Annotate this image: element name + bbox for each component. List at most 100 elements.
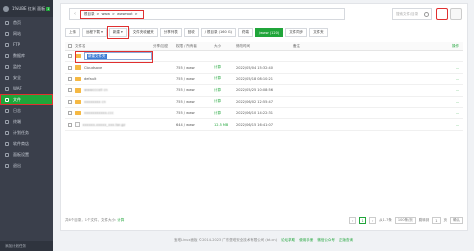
- row-checkbox[interactable]: [68, 54, 72, 59]
- file-size[interactable]: 计算: [214, 65, 236, 70]
- file-name[interactable]: default: [84, 77, 96, 81]
- sidebar-item-logout[interactable]: 退出: [0, 160, 53, 171]
- row-checkbox[interactable]: [68, 76, 72, 81]
- goto-confirm-button[interactable]: 确认: [450, 217, 463, 224]
- crumb-root[interactable]: 根目录: [84, 12, 95, 17]
- goto-page-input[interactable]: 1: [432, 217, 441, 224]
- file-ops[interactable]: ...: [373, 111, 463, 115]
- sidebar-item-settings[interactable]: 面板设置: [0, 149, 53, 160]
- favorites-button[interactable]: 文件夹收藏夹: [128, 28, 158, 37]
- sidebar-item-logs[interactable]: 日志: [0, 105, 53, 116]
- manual-link[interactable]: 使用手册: [299, 238, 313, 242]
- sidebar-item-waf[interactable]: WAF: [0, 83, 53, 94]
- select-all-checkbox[interactable]: [68, 44, 72, 48]
- settings-button[interactable]: [450, 8, 462, 20]
- www-disk-button[interactable]: /www (120): [254, 28, 284, 37]
- sidebar-item-store[interactable]: 软件商店: [0, 138, 53, 149]
- table-row[interactable]: xxxxxx.xxxxx_xxx.tar.gz 644 / www 12.5 MB 2…: [65, 119, 463, 131]
- sidebar-item-website[interactable]: 网站: [0, 28, 53, 39]
- path-bar[interactable]: ‹ 根目录 > www > wwwroot >: [69, 8, 345, 20]
- file-size[interactable]: 12.5 MB: [214, 123, 236, 127]
- table-row[interactable]: wwwcccell cn 755 / www 计算 2022/05/25 10:08:…: [65, 85, 463, 97]
- wechat-link[interactable]: 微信公众号: [317, 238, 335, 242]
- license-link[interactable]: 正版查询: [339, 238, 353, 242]
- goto-label: 跳转到: [418, 218, 430, 222]
- file-size[interactable]: 计算: [214, 76, 236, 81]
- file-ops[interactable]: ...: [373, 100, 463, 104]
- col-time[interactable]: 修改时间: [236, 44, 293, 49]
- row-checkbox[interactable]: [68, 111, 72, 116]
- file-ops[interactable]: ...: [373, 123, 463, 127]
- sidebar-item-home[interactable]: 首页: [0, 17, 53, 28]
- col-size[interactable]: 大小: [214, 44, 236, 49]
- table-row[interactable]: default 755 / www 计算 2022/05/18 08:10:21...: [65, 74, 463, 86]
- col-name[interactable]: 文件名: [75, 44, 153, 49]
- monitor-icon: [5, 64, 9, 69]
- file-name[interactable]: wwwcccell cn: [84, 88, 108, 92]
- sidebar-item-ftp[interactable]: FTP: [0, 39, 53, 50]
- table-row[interactable]: xxxxxxxxxxx.ccc 755 / www 计算 2022/06/10 14:…: [65, 108, 463, 120]
- file-ops[interactable]: ...: [373, 88, 463, 92]
- sidebar-item-security[interactable]: 安全: [0, 72, 53, 83]
- sidebar-item-label: 退出: [13, 162, 21, 168]
- file-table: 文件名 分享/加密 权限 / 所有者 大小 修改时间 备注 操作 新建文件夹 C…: [65, 42, 463, 131]
- remote-download-button[interactable]: 远程下载 ▾: [82, 28, 107, 37]
- sidebar-item-files[interactable]: 文件: [0, 94, 53, 105]
- page-current[interactable]: 1: [359, 217, 367, 224]
- back-icon[interactable]: ‹: [74, 11, 76, 17]
- file-ops[interactable]: ...: [373, 66, 463, 70]
- crumb-wwwroot[interactable]: wwwroot: [117, 12, 133, 16]
- table-row[interactable]: xxxxxxxx cn 755 / www 计算 2022/06/02 12:55:4…: [65, 97, 463, 108]
- share-list-button[interactable]: 分享列表: [159, 28, 182, 37]
- refresh-button[interactable]: [436, 8, 448, 20]
- forum-link[interactable]: 论坛求助: [281, 238, 295, 242]
- folder-button[interactable]: 文件夹: [309, 28, 328, 37]
- file-size[interactable]: 计算: [214, 111, 236, 116]
- file-perm[interactable]: 644 / www: [176, 123, 214, 127]
- row-checkbox[interactable]: [68, 122, 72, 127]
- sidebar-item-label: 面板设置: [13, 151, 29, 157]
- file-size[interactable]: 计算: [214, 88, 236, 93]
- crumb-www[interactable]: www: [101, 12, 110, 16]
- file-ops[interactable]: ...: [373, 77, 463, 81]
- table-row[interactable]: Cloudsave 755 / www 计算 2022/05/04 15:32:40.…: [65, 62, 463, 74]
- row-checkbox[interactable]: [68, 88, 72, 93]
- sidebar-item-label: 日志: [13, 107, 21, 113]
- sidebar-item-monitor[interactable]: 监控: [0, 61, 53, 72]
- terminal-button[interactable]: 终端: [237, 28, 253, 37]
- sidebar-item-label: FTP: [13, 42, 21, 47]
- recycle-button[interactable]: 回收: [183, 28, 199, 37]
- file-perm[interactable]: 755 / www: [176, 88, 214, 92]
- gear-icon: [5, 152, 9, 157]
- disk-root-button[interactable]: / 根目录 (160 G): [200, 28, 236, 37]
- file-perm[interactable]: 755 / www: [176, 77, 214, 81]
- file-perm[interactable]: 755 / www: [176, 111, 214, 115]
- file-name[interactable]: xxxxxxxx cn: [84, 100, 106, 104]
- calc-size-link[interactable]: 计算: [117, 218, 124, 222]
- row-checkbox[interactable]: [68, 99, 72, 104]
- upload-button[interactable]: 上传: [65, 28, 80, 37]
- database-icon: [5, 53, 9, 58]
- per-page-select[interactable]: 100条/页: [394, 217, 416, 224]
- page-prev-icon[interactable]: ‹: [349, 217, 357, 224]
- copyright-text: 宝塔Linux面板 ©2014-2023 广东堡塔安全技术有限公司 (bt.cn…: [174, 238, 277, 242]
- row-checkbox[interactable]: [68, 65, 72, 70]
- file-name[interactable]: Cloudsave: [84, 66, 102, 70]
- sidebar-item-cron[interactable]: 计划任务: [0, 127, 53, 138]
- file-name[interactable]: xxxxxx.xxxxx_xxx.tar.gz: [83, 123, 126, 127]
- search-icon[interactable]: [424, 12, 429, 17]
- logout-icon: [5, 163, 9, 168]
- sidebar-item-database[interactable]: 数据库: [0, 50, 53, 61]
- brand-name: 1%UBE 红米 面板: [12, 5, 46, 11]
- sidebar-item-terminal[interactable]: 终端: [0, 116, 53, 127]
- new-button[interactable]: 新建 ▾: [106, 26, 129, 39]
- file-size[interactable]: 计算: [214, 99, 236, 104]
- search-input[interactable]: 搜索文件/目录: [392, 8, 432, 20]
- file-perm[interactable]: 755 / www: [176, 100, 214, 104]
- sync-button[interactable]: 文件同步: [285, 28, 308, 37]
- col-note: 备注: [293, 43, 300, 48]
- file-name[interactable]: xxxxxxxxxxx.ccc: [84, 111, 114, 115]
- page-next-icon[interactable]: ›: [369, 217, 377, 224]
- file-perm[interactable]: 755 / www: [176, 66, 214, 70]
- sidebar: 1%UBE 红米 面板 1 首页 网站 FTP 数据库 监控 安全 WAF 文件…: [0, 0, 53, 251]
